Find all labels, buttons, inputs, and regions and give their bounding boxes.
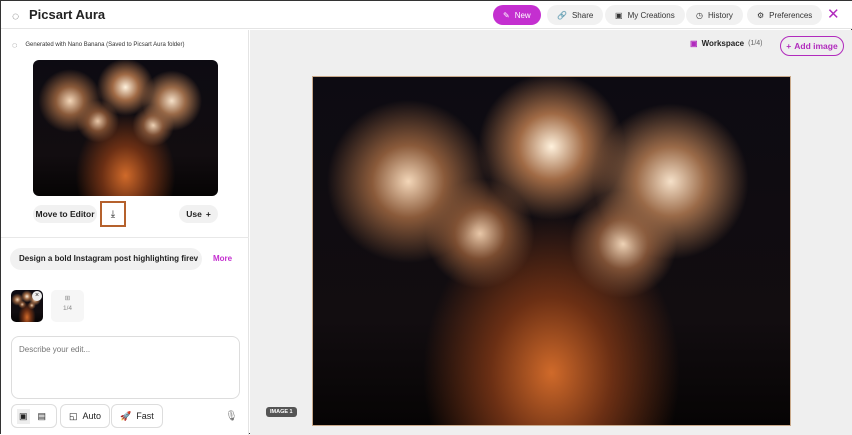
app-title: Picsart Aura — [29, 7, 106, 22]
aura-logo-icon: ◌ — [12, 9, 20, 23]
generated-note: ◌ Generated with Nano Banana (Saved to Pi… — [12, 40, 184, 50]
add-image-slot[interactable]: ⊞ 1/4 — [51, 290, 84, 322]
aspect-icon: ◱ — [69, 410, 78, 421]
clock-icon: ◷ — [696, 10, 703, 20]
new-button[interactable]: ✎ New — [493, 5, 541, 25]
prompt-chip[interactable]: Design a bold Instagram post highlightin… — [10, 248, 202, 270]
add-image-button[interactable]: + Add image — [780, 36, 844, 56]
slot-count: 1/4 — [62, 305, 73, 312]
mode-toggle: ▣ ▤ — [11, 404, 57, 428]
move-to-editor-button[interactable]: Move to Editor — [33, 205, 97, 223]
new-label: New — [514, 10, 531, 20]
plus-icon: + — [205, 209, 211, 219]
workspace-title: Workspace — [701, 39, 745, 48]
history-label: History — [707, 10, 733, 20]
preferences-label: Preferences — [769, 10, 813, 20]
link-icon: 🔗 — [557, 10, 567, 20]
workspace-label: ▣ Workspace (1/4) — [690, 39, 763, 48]
plus-icon: + — [786, 41, 792, 51]
video-mode-icon[interactable]: ▤ — [38, 411, 47, 422]
close-icon[interactable]: ✕ — [827, 5, 840, 23]
fast-button[interactable]: 🚀 Fast — [111, 404, 163, 428]
use-label: Use — [186, 209, 202, 219]
preferences-button[interactable]: ⚙ Preferences — [747, 5, 823, 25]
workspace-area: ▣ Workspace (1/4) + Add image IMAGE 1 — [250, 30, 852, 435]
download-button[interactable]: ⤓ — [100, 201, 126, 227]
header: ◌ Picsart Aura ✎ New 🔗 Share ▣ My Creations… — [1, 1, 852, 29]
microphone-icon[interactable]: 🎙 — [225, 411, 238, 422]
nano-banana-icon: ◌ — [12, 40, 18, 50]
share-button[interactable]: 🔗 Share — [547, 5, 604, 25]
add-image-label: Add image — [794, 41, 838, 51]
auto-label: Auto — [82, 411, 102, 421]
auto-button[interactable]: ◱ Auto — [60, 404, 111, 428]
my-creations-button[interactable]: ▣ My Creations — [605, 5, 685, 25]
my-creations-label: My Creations — [627, 10, 675, 20]
add-image-icon: ⊞ — [64, 295, 71, 302]
main-image-fireworks[interactable] — [312, 76, 791, 426]
pencil-icon: ✎ — [503, 10, 510, 20]
rocket-icon: 🚀 — [120, 410, 132, 421]
history-button[interactable]: ◷ History — [686, 5, 743, 25]
image-icon: ▣ — [615, 10, 623, 20]
generated-text: Generated with Nano Banana (Saved to Pic… — [25, 42, 185, 48]
workspace-count: (1/4) — [748, 40, 763, 47]
workspace-icon: ▣ — [690, 39, 698, 48]
gear-icon: ⚙ — [757, 10, 765, 20]
image-mode-icon[interactable]: ▣ — [17, 408, 30, 424]
share-label: Share — [571, 10, 594, 20]
fast-label: Fast — [136, 411, 154, 421]
remove-icon[interactable]: × — [32, 291, 42, 301]
edit-input[interactable] — [11, 336, 240, 399]
more-link[interactable]: More — [213, 254, 232, 263]
download-icon: ⤓ — [110, 208, 116, 220]
use-button[interactable]: Use + — [179, 205, 218, 223]
divider — [1, 237, 249, 238]
image-badge: IMAGE 1 — [266, 407, 297, 417]
chat-panel: ◌ Generated with Nano Banana (Saved to Pi… — [1, 30, 249, 435]
generated-image-thumbnail[interactable] — [33, 60, 218, 196]
attached-image[interactable]: × — [11, 290, 43, 322]
